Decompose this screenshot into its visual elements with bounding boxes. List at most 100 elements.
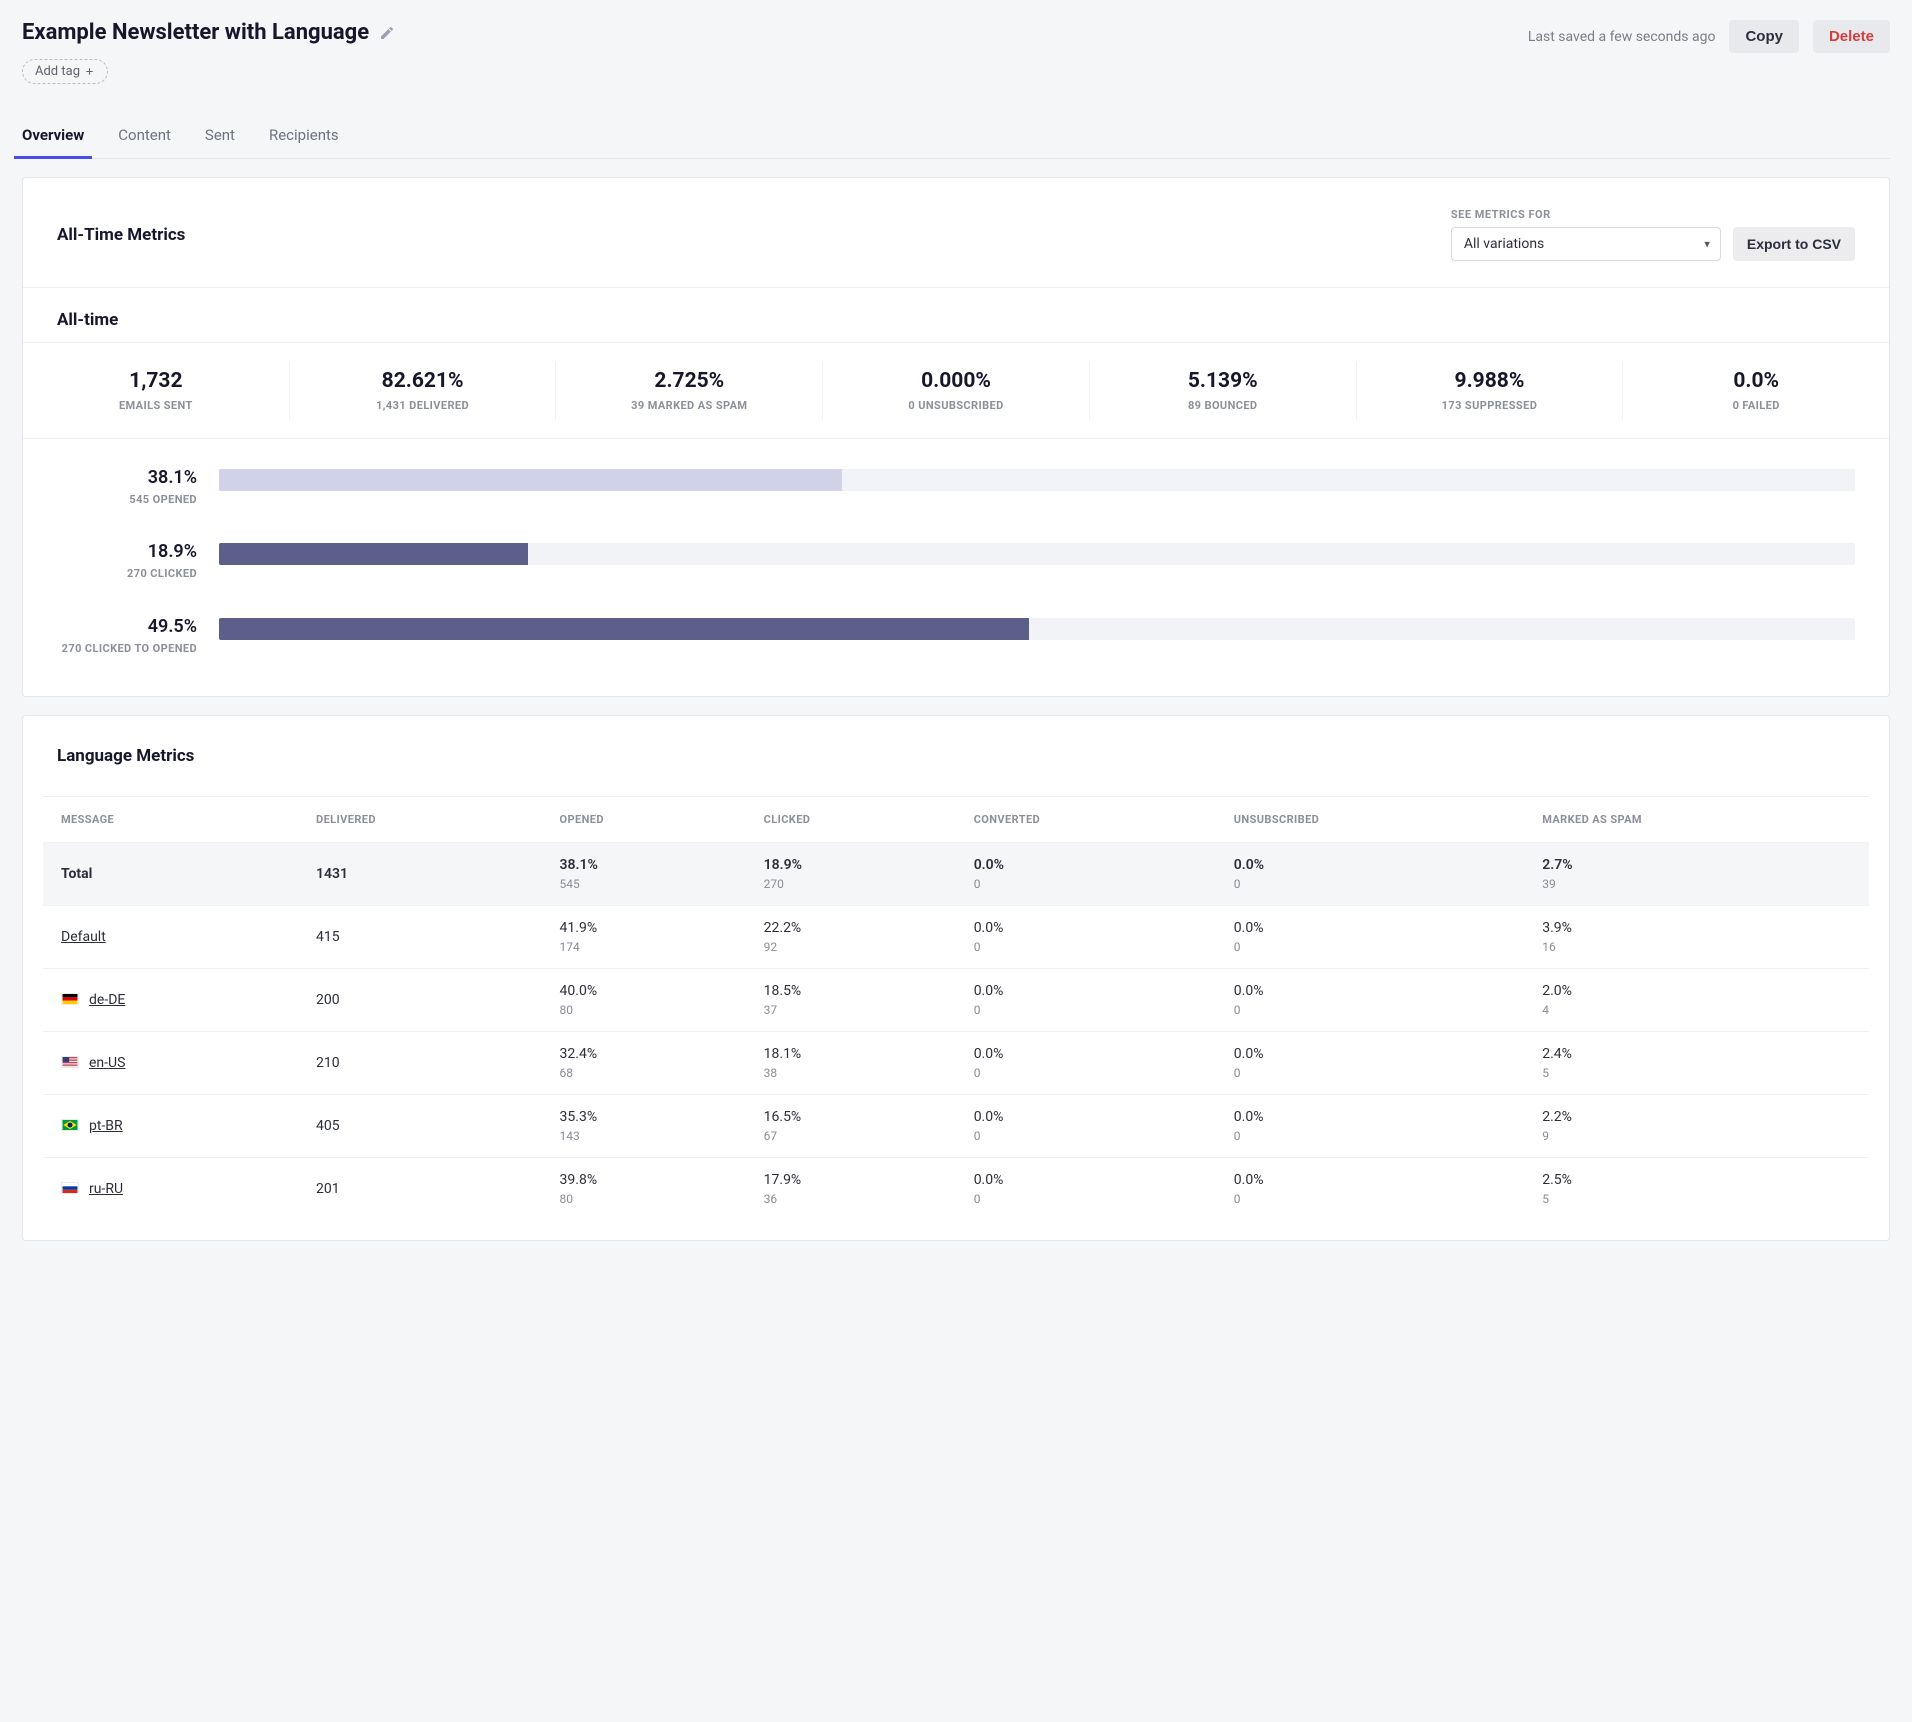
stat-item: 0.0% 0 FAILED [1623,361,1889,420]
message-link[interactable]: de-DE [89,992,125,1008]
delete-button[interactable]: Delete [1813,20,1890,53]
message-link[interactable]: pt-BR [89,1118,123,1134]
cell-sub: 0 [974,1192,1198,1206]
bar-track [219,543,1855,565]
pencil-icon[interactable] [379,25,395,41]
table-cell: 3.9%16 [1524,906,1869,969]
all-time-subheader: All-time [23,288,1889,343]
engagement-bars: 38.1% 545 OPENED 18.9% 270 CLICKED 49.5%… [23,439,1889,696]
language-table: MESSAGEDELIVEREDOPENEDCLICKEDCONVERTEDUN… [43,796,1869,1220]
saved-text: Last saved a few seconds ago [1528,29,1716,45]
stat-item: 2.725% 39 MARKED AS SPAM [556,361,823,420]
table-cell: 405 [298,1095,542,1158]
tab-content[interactable]: Content [118,126,171,158]
bar-desc: 270 CLICKED TO OPENED [57,641,197,656]
cell-sub: 0 [1234,877,1506,891]
variation-select[interactable]: All variations [1451,227,1721,261]
stat-item: 82.621% 1,431 DELIVERED [290,361,557,420]
stat-item: 9.988% 173 SUPPRESSED [1357,361,1624,420]
tabs: Overview Content Sent Recipients [22,126,1890,159]
table-cell: 2.0%4 [1524,969,1869,1032]
table-cell: 40.0%80 [542,969,746,1032]
cell-sub: 68 [560,1066,728,1080]
bar-fill [219,543,528,565]
bar-row: 18.9% 270 CLICKED [57,541,1855,581]
table-cell: 2.7%39 [1524,843,1869,906]
stat-value: 9.988% [1361,369,1619,393]
table-header-cell: MARKED AS SPAM [1524,797,1869,843]
bar-desc: 270 CLICKED [57,566,197,581]
table-row: Default 415 41.9%174 22.2%92 0.0%0 0.0%0… [43,906,1869,969]
cell-sub: 0 [974,940,1198,954]
stat-value: 2.725% [560,369,818,393]
header-actions: Last saved a few seconds ago Copy Delete [1528,20,1890,53]
message-link[interactable]: Default [61,929,106,945]
table-cell: 32.4%68 [542,1032,746,1095]
table-cell: 0.0%0 [1216,1158,1524,1221]
table-cell: 415 [298,906,542,969]
flag-icon [61,1119,79,1131]
export-csv-button[interactable]: Export to CSV [1733,227,1855,261]
add-tag-label: Add tag [35,64,80,79]
table-row: ru-RU 201 39.8%80 17.9%36 0.0%0 0.0%0 2.… [43,1158,1869,1221]
table-head-row: MESSAGEDELIVEREDOPENEDCLICKEDCONVERTEDUN… [43,797,1869,843]
cell-sub: 37 [764,1003,938,1017]
bar-track [219,618,1855,640]
table-header-cell: UNSUBSCRIBED [1216,797,1524,843]
stat-item: 1,732 EMAILS SENT [23,361,290,420]
table-cell: 0.0%0 [956,1032,1216,1095]
message-link[interactable]: en-US [89,1055,125,1071]
table-cell: 39.8%80 [542,1158,746,1221]
stat-desc: 0 FAILED [1627,399,1885,412]
cell-sub: 0 [974,1129,1198,1143]
bar-row: 49.5% 270 CLICKED TO OPENED [57,616,1855,656]
table-row-total: Total 1431 38.1%545 18.9%270 0.0%0 0.0%0… [43,843,1869,906]
cell-sub: 9 [1542,1129,1851,1143]
table-cell: 0.0%0 [1216,843,1524,906]
table-cell: 0.0%0 [956,1158,1216,1221]
add-tag-button[interactable]: Add tag [22,59,108,84]
table-cell: Total [43,843,298,906]
table-cell: 16.5%67 [746,1095,956,1158]
tab-overview[interactable]: Overview [22,126,84,158]
table-cell: de-DE [43,969,298,1032]
table-cell: 38.1%545 [542,843,746,906]
flag-icon [61,1182,79,1194]
tab-sent[interactable]: Sent [205,126,235,158]
tab-recipients[interactable]: Recipients [269,126,339,158]
cell-sub: 0 [974,1003,1198,1017]
cell-sub: 39 [1542,877,1851,891]
stat-value: 1,732 [27,369,285,393]
title-row: Example Newsletter with Language [22,20,395,45]
stat-value: 0.0% [1627,369,1885,393]
table-header-cell: CLICKED [746,797,956,843]
table-cell: 200 [298,969,542,1032]
language-table-wrap: MESSAGEDELIVEREDOPENEDCLICKEDCONVERTEDUN… [23,796,1889,1240]
table-cell: 0.0%0 [1216,1032,1524,1095]
table-cell: 0.0%0 [956,969,1216,1032]
copy-button[interactable]: Copy [1729,20,1799,53]
table-cell: 35.3%143 [542,1095,746,1158]
message-link[interactable]: ru-RU [89,1181,123,1197]
cell-sub: 0 [1234,1003,1506,1017]
stats-row: 1,732 EMAILS SENT82.621% 1,431 DELIVERED… [23,343,1889,439]
flag-icon [61,1056,79,1068]
cell-sub: 36 [764,1192,938,1206]
cell-sub: 67 [764,1129,938,1143]
cell-sub: 0 [1234,940,1506,954]
cell-sub: 174 [560,940,728,954]
stat-desc: 173 SUPPRESSED [1361,399,1619,412]
table-cell: 0.0%0 [956,843,1216,906]
stat-desc: EMAILS SENT [27,399,285,412]
plus-icon [84,66,95,77]
metrics-title: All-Time Metrics [57,225,185,245]
stat-desc: 89 BOUNCED [1094,399,1352,412]
metrics-card: All-Time Metrics SEE METRICS FOR All var… [22,177,1890,697]
table-row: en-US 210 32.4%68 18.1%38 0.0%0 0.0%0 2.… [43,1032,1869,1095]
table-cell: 41.9%174 [542,906,746,969]
cell-sub: 5 [1542,1066,1851,1080]
stat-desc: 39 MARKED AS SPAM [560,399,818,412]
stat-desc: 1,431 DELIVERED [294,399,552,412]
table-row: pt-BR 405 35.3%143 16.5%67 0.0%0 0.0%0 2… [43,1095,1869,1158]
table-cell: 18.1%38 [746,1032,956,1095]
